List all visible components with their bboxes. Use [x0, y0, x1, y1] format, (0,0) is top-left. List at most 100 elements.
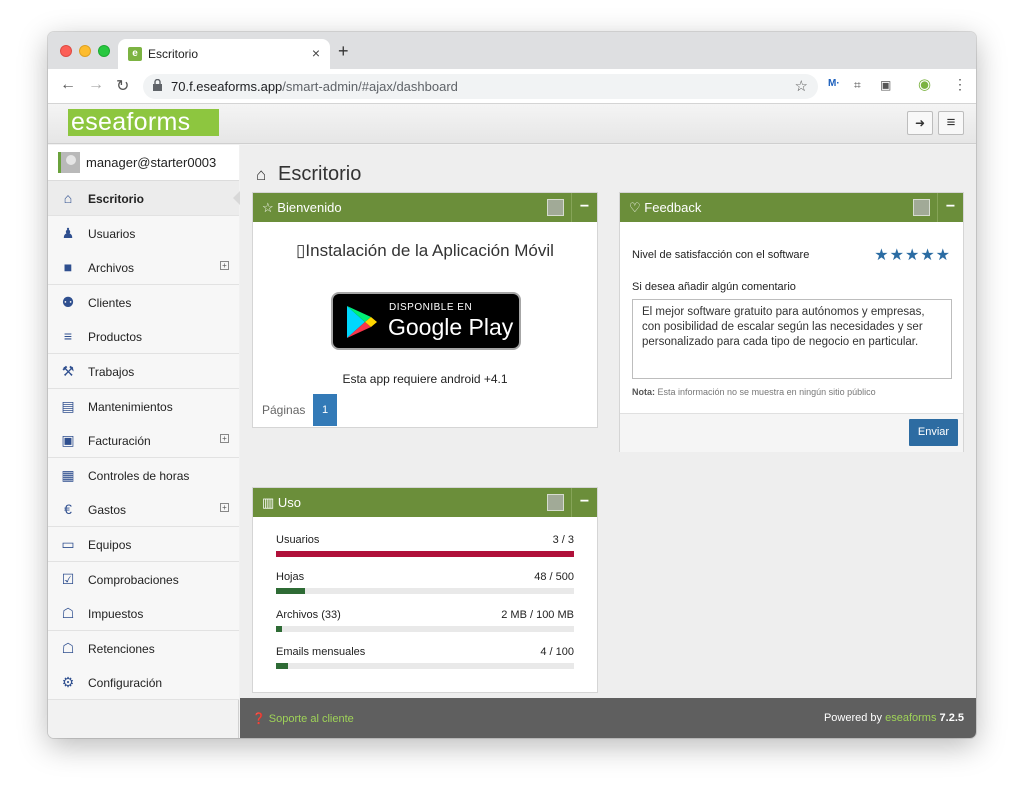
- sidebar-item-label: Trabajos: [88, 365, 135, 379]
- sidebar-item-configuraci-n[interactable]: ⚙ Configuración: [48, 665, 239, 701]
- android-requirement: Esta app requiere android +4.1: [342, 372, 508, 386]
- expand-icon[interactable]: +: [220, 261, 229, 271]
- forward-icon[interactable]: →: [88, 76, 104, 94]
- send-button[interactable]: Enviar: [909, 419, 958, 446]
- sidebar-item-controles-de-horas[interactable]: ▦ Controles de horas: [48, 457, 239, 493]
- sidebar-item-label: Clientes: [88, 295, 132, 310]
- document-icon: ▤: [61, 397, 75, 414]
- feedback-footer: Enviar: [620, 413, 963, 452]
- sidebar-item-label: Comprobaciones: [88, 572, 179, 587]
- sidebar-item-impuestos[interactable]: ☖ Impuestos: [48, 596, 239, 632]
- sidebar-item-archivos[interactable]: ■ Archivos +: [48, 250, 239, 286]
- logout-button[interactable]: ➜: [907, 111, 933, 135]
- widget-color-button[interactable]: [547, 199, 564, 216]
- sidebar-item-label: Configuración: [88, 676, 163, 691]
- widget-collapse-button[interactable]: −: [571, 193, 597, 222]
- address-bar[interactable]: 70.f.eseaforms.app/smart-admin/#ajax/das…: [143, 74, 818, 99]
- usage-label: Archivos (33): [276, 608, 341, 621]
- badge-big-text: Google Play: [388, 314, 514, 340]
- close-window-button[interactable]: [60, 45, 72, 57]
- usage-bar-fill: [276, 551, 574, 557]
- expand-icon[interactable]: +: [220, 503, 229, 513]
- paint-roller-icon: ⚒: [61, 363, 75, 379]
- zoom-window-button[interactable]: [98, 45, 110, 57]
- usage-label: Emails mensuales: [276, 645, 366, 658]
- user-name: manager@starter0003: [86, 155, 217, 170]
- usage-value: 2 MB / 100 MB: [501, 608, 574, 621]
- calendar-icon: ▦: [61, 466, 75, 483]
- usage-title-text: Uso: [277, 495, 302, 510]
- widget-collapse-button[interactable]: −: [937, 193, 963, 222]
- back-icon[interactable]: ←: [60, 76, 76, 94]
- avatar: [58, 152, 80, 173]
- sidebar-item-retenciones[interactable]: ☖ Retenciones: [48, 630, 239, 666]
- sidebar-item-gastos[interactable]: € Gastos +: [48, 492, 239, 528]
- hamburger-menu-button[interactable]: ≡: [938, 111, 964, 135]
- money-icon: ▣: [61, 432, 75, 449]
- sidebar-item-facturaci-n[interactable]: ▣ Facturación +: [48, 423, 239, 459]
- checkbox-icon: ☑: [61, 570, 75, 587]
- welcome-widget-header: ☆ Bienvenido −: [253, 193, 597, 222]
- sidebar-item-mantenimientos[interactable]: ▤ Mantenimientos: [48, 388, 239, 424]
- minimize-window-button[interactable]: [79, 45, 91, 57]
- pages-label: Páginas: [262, 403, 306, 417]
- sidebar: manager@starter0003 ⌂ Escritorio ♟ Usuarios…: [48, 145, 240, 738]
- widget-color-button[interactable]: [913, 199, 930, 216]
- bank-icon: ☖: [61, 605, 75, 622]
- url-host: 70.f.eseaforms.app: [171, 79, 283, 94]
- sidebar-item-label: Facturación: [88, 434, 151, 449]
- tab-close-icon[interactable]: ×: [312, 45, 320, 61]
- mobile-app-heading-text: Instalación de la Aplicación Móvil: [305, 241, 554, 260]
- comment-textarea[interactable]: El mejor software gratuito para autónomo…: [632, 299, 952, 379]
- sidebar-item-trabajos[interactable]: ⚒ Trabajos: [48, 354, 239, 389]
- usage-widget: ▥ Uso − Usuarios 3 / 3 Hojas 48 / 500 Archiv…: [252, 487, 598, 693]
- sidebar-item-productos[interactable]: ≡ Productos: [48, 319, 239, 355]
- page-footer: ❓ Soporte al cliente Powered by eseaform…: [240, 698, 976, 738]
- profile-icon[interactable]: ◉: [918, 75, 931, 93]
- page-title: ⌂ Escritorio: [256, 163, 361, 186]
- google-play-icon: [347, 306, 377, 338]
- reload-icon[interactable]: ↻: [116, 76, 129, 96]
- book-icon: ■: [63, 259, 73, 276]
- page-1-button[interactable]: 1: [313, 394, 337, 426]
- browser-menu-icon[interactable]: ⋮: [953, 76, 967, 93]
- sidebar-item-label: Usuarios: [88, 226, 136, 241]
- welcome-widget-title: ☆ Bienvenido: [262, 200, 342, 216]
- sidebar-item-label: Equipos: [88, 538, 132, 552]
- expand-icon[interactable]: +: [220, 434, 229, 444]
- rating-stars[interactable]: ★★★★★: [874, 245, 951, 265]
- app-logo[interactable]: eseaforms: [68, 109, 219, 136]
- cart-icon: ≡: [63, 328, 73, 345]
- tab-title: Escritorio: [148, 47, 199, 61]
- footer-brand-link[interactable]: eseaforms: [885, 712, 936, 724]
- powered-by-text: Powered by: [823, 712, 883, 724]
- sidebar-item-comprobaciones[interactable]: ☑ Comprobaciones: [48, 561, 239, 597]
- laptop-icon: ▭: [61, 536, 75, 552]
- sidebar-item-usuarios[interactable]: ♟ Usuarios: [48, 215, 239, 251]
- usage-widget-header: ▥ Uso −: [253, 488, 597, 517]
- browser-tab[interactable]: e Escritorio ×: [118, 39, 330, 69]
- widget-collapse-button[interactable]: −: [571, 488, 597, 517]
- gear-icon: ⚙: [61, 674, 75, 691]
- google-play-badge[interactable]: DISPONIBLE EN Google Play: [331, 292, 521, 350]
- mobile-icon: ▯: [296, 241, 306, 260]
- sidebar-item-clientes[interactable]: ⚉ Clientes: [48, 284, 239, 320]
- extension-box-icon[interactable]: ▣: [880, 78, 891, 92]
- extension-icon[interactable]: M·: [828, 78, 840, 89]
- usage-label: Usuarios: [276, 534, 320, 546]
- screenshot-extension-icon[interactable]: ⌗: [854, 78, 861, 93]
- bookmark-star-icon[interactable]: ☆: [795, 77, 808, 95]
- support-link[interactable]: ❓ Soporte al cliente: [252, 712, 354, 725]
- sidebar-item-label: Controles de horas: [88, 468, 190, 483]
- widget-color-button[interactable]: [547, 494, 564, 511]
- sidebar-item-escritorio[interactable]: ⌂ Escritorio: [48, 181, 240, 216]
- new-tab-icon[interactable]: +: [338, 41, 349, 62]
- usage-bar-track: [276, 625, 574, 632]
- badge-small-text: DISPONIBLE EN: [389, 302, 473, 313]
- support-link-text: Soporte al cliente: [268, 713, 354, 725]
- favicon-icon: e: [128, 47, 142, 61]
- user-icon: ♟: [61, 224, 75, 241]
- euro-icon: €: [64, 501, 72, 518]
- user-profile[interactable]: manager@starter0003: [48, 145, 239, 181]
- sidebar-item-equipos[interactable]: ▭ Equipos: [48, 527, 239, 562]
